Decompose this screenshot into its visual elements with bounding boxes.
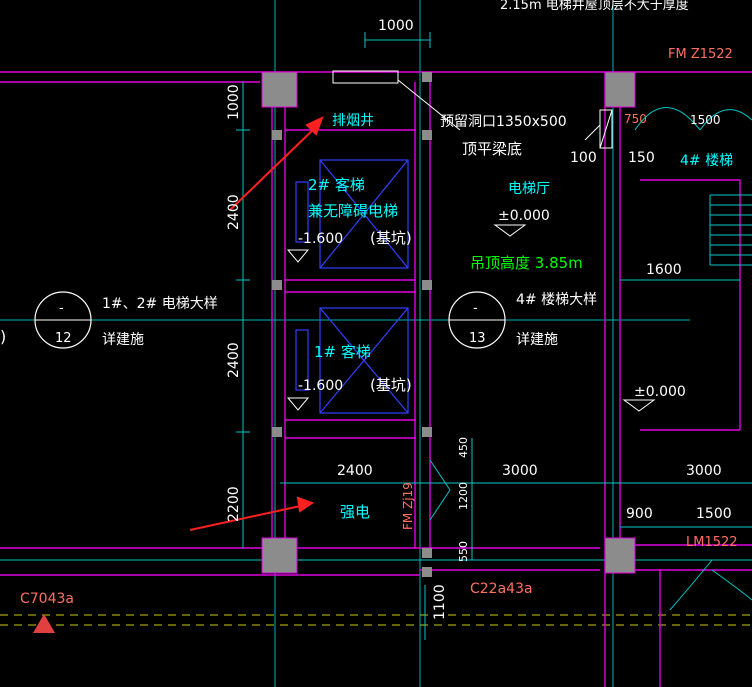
ceiling-height: 吊顶高度 3.85m xyxy=(470,254,583,272)
stair-elevation: ±0.000 xyxy=(634,384,686,400)
dim-1100: 1100 xyxy=(432,584,448,620)
pit2-elevation: -1.600 xyxy=(298,231,343,247)
bubble-12-number: 12 xyxy=(55,331,72,346)
door-fm-z1522: FM Z1522 xyxy=(668,47,733,62)
stair-treads xyxy=(709,194,752,266)
dim-550: 550 xyxy=(457,541,470,562)
dim-750: 750 xyxy=(624,112,647,126)
pit1-elevation: -1.600 xyxy=(298,378,343,394)
dim-1000-top: 1000 xyxy=(378,18,414,34)
stair-detail-ref: 详建施 xyxy=(516,332,558,348)
dim-1500-b: 1500 xyxy=(690,113,721,127)
elevator2-title: 2# 客梯 xyxy=(308,176,365,194)
smoke-shaft-label: 排烟井 xyxy=(332,113,374,129)
hall-elevation: ±0.000 xyxy=(498,208,550,224)
stair4-label: 4# 楼梯 xyxy=(680,153,733,169)
pit2-label: (基坑) xyxy=(370,229,412,247)
elevator1-title: 1# 客梯 xyxy=(314,343,371,361)
columns xyxy=(261,71,636,574)
top-note: 2.15m 电梯井屋顶层不大于厚度 xyxy=(500,0,689,13)
stair-detail-title: 4# 楼梯大样 xyxy=(516,292,597,308)
dim-3000-b: 3000 xyxy=(686,463,722,479)
dim-1500-a: 1500 xyxy=(696,506,732,522)
dim-150-a: 150 xyxy=(628,150,655,166)
window-c22a43a: C22a43a xyxy=(470,581,533,597)
dim-1200: 1200 xyxy=(457,482,470,510)
elevator-detail-ref: 详建施 xyxy=(102,332,144,348)
door-fm-zj19: FM Zj19 xyxy=(401,482,415,530)
beam-bottom-label: 顶平梁底 xyxy=(462,140,522,158)
reserved-hole-label: 预留洞口1350x500 xyxy=(440,114,567,130)
reserved-hole-box xyxy=(332,70,399,84)
window-c7043a: C7043a xyxy=(20,591,74,607)
dim-2400-a: 2400 xyxy=(226,194,242,230)
warning-triangle xyxy=(33,614,55,633)
dim-1000-left: 1000 xyxy=(226,84,242,120)
bubble-12-top: - xyxy=(59,301,64,316)
strong-electric-label: 强电 xyxy=(340,503,370,521)
dim-2400-c: 2400 xyxy=(337,463,373,479)
dim-2400-b: 2400 xyxy=(226,342,242,378)
bubble-13-top: - xyxy=(473,301,478,316)
dim-3000-a: 3000 xyxy=(502,463,538,479)
dim-900: 900 xyxy=(626,506,653,522)
elevator-detail-title: 1#、2# 电梯大样 xyxy=(102,296,218,312)
cad-drawing-canvas: 2.15m 电梯井屋顶层不大于厚度 1000 1000 2400 2400 22… xyxy=(0,0,752,687)
dim-2200: 2200 xyxy=(226,486,242,522)
door-lm1522: LM1522 xyxy=(686,535,738,550)
bubble-13-number: 13 xyxy=(469,331,486,346)
small-hatch-marker xyxy=(584,109,613,149)
left-bracket: ) xyxy=(0,327,6,346)
elevator2-subtitle: 兼无障碍电梯 xyxy=(308,202,398,220)
dim-450: 450 xyxy=(457,437,470,458)
dim-1600: 1600 xyxy=(646,262,682,278)
elevator-hall-label: 电梯厅 xyxy=(508,181,550,197)
pit1-label: (基坑) xyxy=(370,376,412,394)
dim-100: 100 xyxy=(570,150,597,166)
red-arrows xyxy=(189,116,324,531)
